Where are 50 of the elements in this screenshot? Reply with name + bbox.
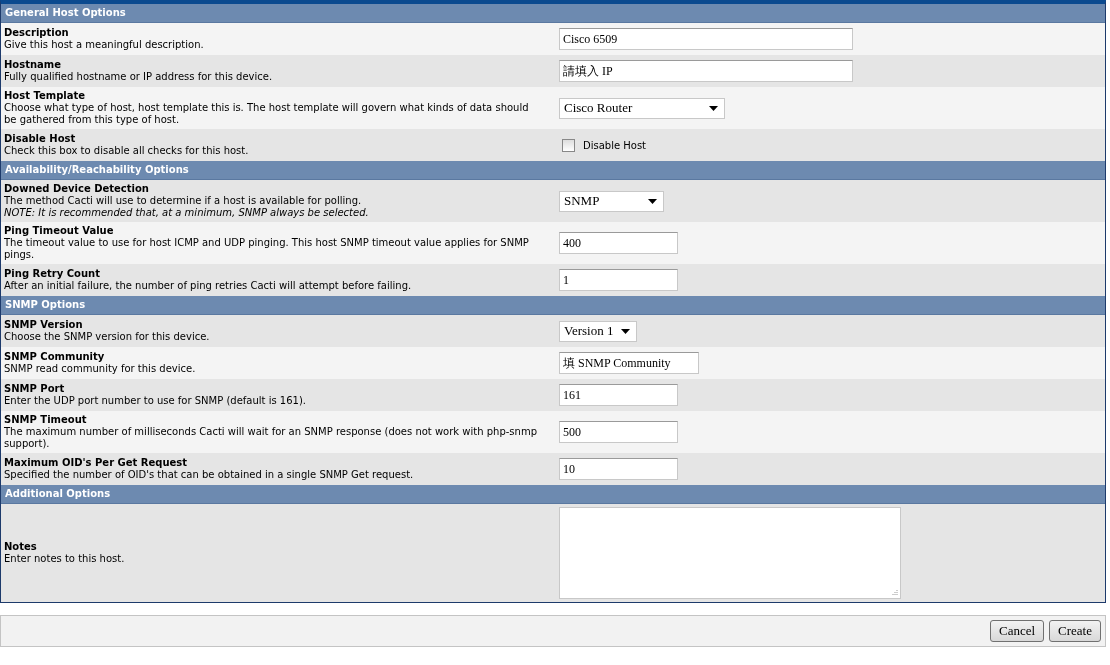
field-description: The maximum number of milliseconds Cacti will wait for an SNMP response (does not work with php-snmp support). bbox=[4, 426, 538, 450]
text-field[interactable]: 1 bbox=[559, 269, 678, 291]
section-header: Availability/Reachability Options bbox=[1, 161, 1105, 180]
caret-icon bbox=[621, 328, 630, 334]
field-label: SNMP Timeout bbox=[4, 414, 88, 426]
resize-grip-icon bbox=[891, 589, 898, 596]
field-description: Check this box to disable all checks for this host. bbox=[4, 145, 250, 157]
field-label: Host Template bbox=[4, 90, 87, 102]
checkbox[interactable] bbox=[562, 138, 575, 152]
section-header: SNMP Options bbox=[1, 296, 1105, 315]
dropdown[interactable]: SNMP bbox=[559, 190, 664, 212]
field-label: Maximum OID's Per Get Request bbox=[4, 457, 189, 469]
form-button[interactable]: Create bbox=[1049, 620, 1101, 642]
field-label: SNMP Port bbox=[4, 383, 66, 395]
field-description: SNMP read community for this device. bbox=[4, 363, 197, 375]
field-label: Disable Host bbox=[4, 133, 77, 145]
field-label: Hostname bbox=[4, 59, 63, 71]
dropdown[interactable]: Version 1 bbox=[559, 320, 637, 342]
text-field[interactable]: 161 bbox=[559, 384, 678, 406]
caret-icon bbox=[709, 105, 718, 111]
field-label: Ping Retry Count bbox=[4, 268, 101, 280]
text-field[interactable]: 請填入 IP bbox=[559, 60, 853, 82]
field-note: NOTE: It is recommended that, at a minimum, SNMP always be selected. bbox=[4, 207, 370, 219]
text-field[interactable]: 400 bbox=[559, 232, 678, 254]
text-field[interactable]: 10 bbox=[559, 458, 678, 480]
dropdown[interactable]: Cisco Router bbox=[559, 97, 725, 119]
field-description: Choose what type of host, host template this is. The host template will govern what kinds of data should be gathered from this type of host. bbox=[4, 102, 530, 126]
field-description: Enter the UDP port number to use for SNMP (default is 161). bbox=[4, 395, 307, 407]
field-label: SNMP Version bbox=[4, 319, 84, 331]
text-field[interactable]: Cisco 6509 bbox=[559, 28, 853, 50]
section-header: General Host Options bbox=[1, 4, 1105, 23]
field-label: Downed Device Detection bbox=[4, 183, 150, 195]
field-description: Specified the number of OID's that can be obtained in a single SNMP Get request. bbox=[4, 469, 415, 481]
section-header: Additional Options bbox=[1, 485, 1105, 504]
field-description: Fully qualified hostname or IP address for this device. bbox=[4, 71, 274, 83]
text-field[interactable]: 500 bbox=[559, 421, 678, 443]
field-label: Notes bbox=[4, 541, 38, 553]
text-field[interactable]: 填 SNMP Community bbox=[559, 352, 699, 374]
field-description: Enter notes to this host. bbox=[4, 553, 126, 565]
field-description: Choose the SNMP version for this device. bbox=[4, 331, 211, 343]
field-description: After an initial failure, the number of ping retries Cacti will attempt before failing. bbox=[4, 280, 413, 292]
checkbox-label[interactable]: Disable Host bbox=[583, 139, 647, 151]
field-description: The timeout value to use for host ICMP and UDP pinging. This host SNMP timeout value applies for SNMP pings. bbox=[4, 237, 530, 261]
field-label: Ping Timeout Value bbox=[4, 225, 115, 237]
field-label: SNMP Community bbox=[4, 351, 106, 363]
field-label: Description bbox=[4, 27, 70, 39]
form-button[interactable]: Cancel bbox=[990, 620, 1045, 642]
field-description: The method Cacti will use to determine if a host is available for polling. bbox=[4, 195, 363, 207]
field-description: Give this host a meaningful description. bbox=[4, 39, 205, 51]
caret-icon bbox=[648, 198, 657, 204]
